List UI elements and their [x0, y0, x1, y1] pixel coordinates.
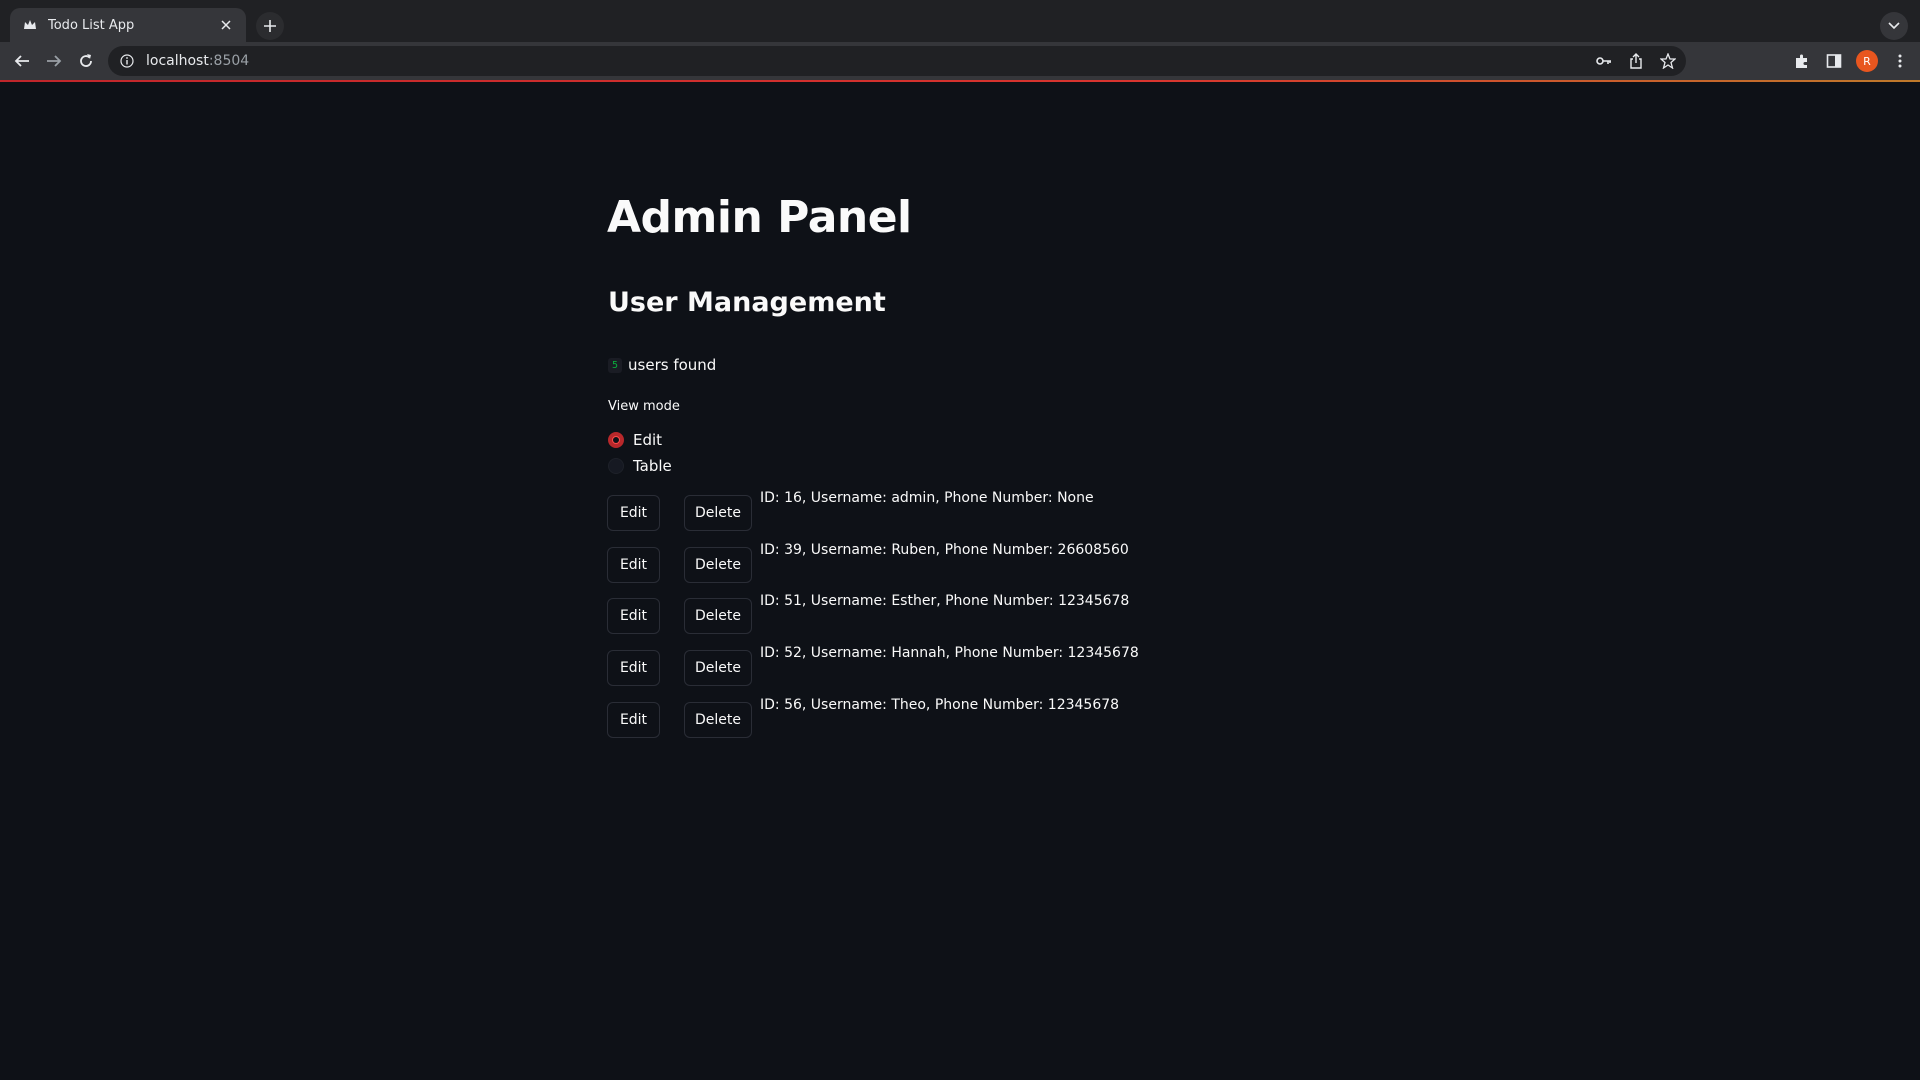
edit-button[interactable]: Edit [607, 650, 660, 686]
browser-tab-strip: Todo List App [0, 0, 1920, 42]
streamlit-crown-icon [22, 17, 38, 33]
user-info: ID: 52, Username: Hannah, Phone Number: … [760, 645, 1139, 661]
radio-table-label: Table [633, 457, 672, 475]
user-count-line: 5 users found [608, 356, 716, 374]
star-icon[interactable] [1658, 51, 1678, 71]
address-bar[interactable]: localhost:8504 [108, 46, 1686, 76]
delete-button[interactable]: Delete [684, 650, 752, 686]
edit-button[interactable]: Edit [607, 598, 660, 634]
user-info: ID: 56, Username: Theo, Phone Number: 12… [760, 697, 1120, 713]
delete-button[interactable]: Delete [684, 702, 752, 738]
browser-toolbar: localhost:8504 R [0, 42, 1920, 80]
edit-button[interactable]: Edit [607, 547, 660, 583]
plus-icon[interactable] [256, 12, 284, 40]
section-title: User Management [608, 287, 886, 318]
url-host: localhost [146, 53, 209, 69]
close-icon[interactable] [218, 17, 234, 33]
edit-button[interactable]: Edit [607, 495, 660, 531]
user-info: ID: 16, Username: admin, Phone Number: N… [760, 490, 1094, 506]
reload-icon[interactable] [72, 47, 100, 75]
edit-button[interactable]: Edit [607, 702, 660, 738]
key-icon[interactable] [1594, 51, 1614, 71]
tab-title: Todo List App [48, 17, 135, 33]
url-port: :8504 [208, 53, 250, 69]
user-info: ID: 39, Username: Ruben, Phone Number: 2… [760, 542, 1129, 558]
view-mode-label: View mode [608, 399, 680, 414]
page-title: Admin Panel [607, 192, 912, 243]
streamlit-decoration-bar [0, 80, 1920, 82]
delete-button[interactable]: Delete [684, 547, 752, 583]
user-info: ID: 51, Username: Esther, Phone Number: … [760, 593, 1130, 609]
radio-unselected-icon [608, 458, 624, 474]
radio-table[interactable]: Table [608, 457, 672, 475]
radio-edit[interactable]: Edit [608, 431, 662, 449]
user-count-text: users found [628, 356, 717, 374]
delete-button[interactable]: Delete [684, 495, 752, 531]
browser-tab[interactable]: Todo List App [10, 8, 246, 42]
side-panel-icon[interactable] [1824, 51, 1844, 71]
share-icon[interactable] [1626, 51, 1646, 71]
avatar[interactable]: R [1856, 50, 1878, 72]
info-icon[interactable] [118, 52, 136, 70]
radio-edit-label: Edit [633, 431, 663, 449]
chevron-down-icon[interactable] [1880, 12, 1908, 40]
puzzle-icon[interactable] [1792, 51, 1812, 71]
user-count-badge: 5 [608, 357, 623, 373]
arrow-right-icon[interactable] [40, 47, 68, 75]
kebab-menu-icon[interactable] [1890, 51, 1910, 71]
delete-button[interactable]: Delete [684, 598, 752, 634]
url-text: localhost:8504 [146, 53, 249, 69]
arrow-left-icon[interactable] [8, 47, 36, 75]
radio-selected-icon [608, 432, 624, 448]
